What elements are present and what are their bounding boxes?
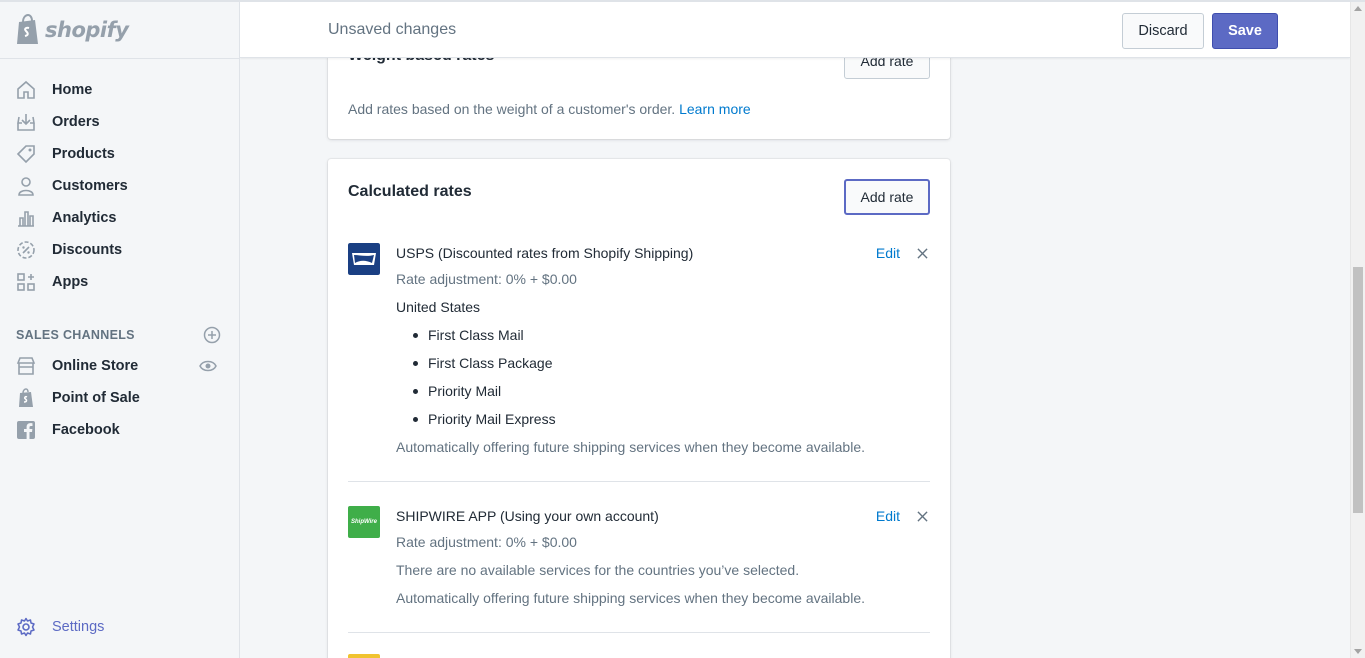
region-label: United States — [396, 299, 481, 315]
edit-usps-link[interactable]: Edit — [876, 245, 900, 261]
service-item: Priority Mail — [396, 377, 916, 405]
rate-adjustment: Rate adjustment: 0% + $0.00 — [396, 271, 577, 287]
shopify-bag-icon — [16, 388, 36, 408]
carrier-actions: Edit — [876, 243, 930, 263]
sidebar-item-label: Apps — [52, 274, 89, 290]
contextual-save-bar: Unsaved changes Discard Save — [240, 2, 1350, 58]
gear-icon — [16, 617, 36, 637]
description-text: Add rates based on the weight of a custo… — [348, 101, 676, 117]
sidebar-item-label: Online Store — [52, 358, 139, 374]
bar-chart-icon — [16, 208, 36, 228]
sidebar-item-label: Analytics — [52, 210, 117, 226]
carrier-details: SHIPWIRE APP (Using your own account) Ra… — [396, 506, 916, 612]
sidebar-item-products[interactable]: Products — [0, 138, 239, 170]
sidebar-item-customers[interactable]: Customers — [0, 170, 239, 202]
home-icon — [16, 80, 36, 100]
service-list: First Class Mail First Class Package Pri… — [396, 321, 916, 433]
page-scrollbar[interactable] — [1350, 2, 1365, 658]
sidebar-item-apps[interactable]: Apps — [0, 266, 239, 298]
carrier-divider — [348, 632, 930, 633]
carrier-details: USPS (Discounted rates from Shopify Ship… — [396, 243, 916, 461]
unsaved-changes-text: Unsaved changes — [328, 21, 457, 38]
calculated-rates-card: Calculated rates Add rate USPS (Discount… — [328, 159, 950, 658]
remove-usps-close-icon[interactable] — [914, 245, 930, 261]
sidebar-item-analytics[interactable]: Analytics — [0, 202, 239, 234]
sidebar-item-discounts[interactable]: Discounts — [0, 234, 239, 266]
sidebar-settings: Settings — [0, 611, 239, 643]
service-item: First Class Package — [396, 349, 916, 377]
carrier-name-strong: USPS — [396, 245, 435, 261]
shipwire-logo-text: ShipWire — [351, 519, 377, 525]
top-border — [0, 0, 1365, 2]
sidebar-item-orders[interactable]: Orders — [0, 106, 239, 138]
usps-logo-icon — [348, 243, 380, 275]
carrier-name-rest: (Using your own account) — [496, 508, 659, 524]
shopify-bag-icon — [17, 14, 38, 44]
brand-name: shopify — [45, 18, 129, 42]
sidebar-item-settings[interactable]: Settings — [0, 611, 239, 643]
sales-channels: Online Store Point of Sale Facebook — [0, 350, 239, 446]
apps-icon — [16, 272, 36, 292]
service-item: Priority Mail Express — [396, 405, 916, 433]
add-circle-icon[interactable] — [203, 326, 221, 344]
discard-button[interactable]: Discard — [1122, 13, 1204, 49]
edit-shipwire-link[interactable]: Edit — [876, 508, 900, 524]
future-services-note: Automatically offering future shipping s… — [396, 590, 865, 606]
shipwire-logo-icon: ShipWire — [348, 506, 380, 538]
orders-icon — [16, 112, 36, 132]
sidebar-item-label: Products — [52, 146, 115, 162]
remove-shipwire-close-icon[interactable] — [914, 508, 930, 524]
carrier-actions: Edit — [876, 506, 930, 526]
sidebar-item-point-of-sale[interactable]: Point of Sale — [0, 382, 239, 414]
eye-icon[interactable] — [199, 357, 217, 375]
sales-channels-title: SALES CHANNELS — [16, 328, 135, 342]
sidebar-divider — [0, 58, 239, 59]
store-icon — [16, 356, 36, 376]
carrier-name-strong: SHIPWIRE APP — [396, 508, 497, 524]
scrollbar-thumb[interactable] — [1353, 267, 1363, 513]
sidebar-item-label: Home — [52, 82, 93, 98]
tag-icon — [16, 144, 36, 164]
sidebar-item-label: Orders — [52, 114, 100, 130]
card-title: Calculated rates — [348, 183, 472, 200]
main-nav: Home Orders Products Customers Analytics — [0, 74, 239, 298]
no-services-note: There are no available services for the … — [396, 562, 800, 578]
shopify-logo[interactable]: shopify — [15, 12, 129, 48]
sidebar-item-home[interactable]: Home — [0, 74, 239, 106]
add-calculated-rate-button[interactable]: Add rate — [844, 179, 930, 215]
sidebar-item-label: Settings — [52, 619, 105, 635]
sidebar-item-label: Discounts — [52, 242, 123, 258]
sidebar-item-label: Customers — [52, 178, 128, 194]
person-icon — [16, 176, 36, 196]
sidebar-item-online-store[interactable]: Online Store — [0, 350, 239, 382]
save-button[interactable]: Save — [1212, 13, 1278, 49]
carrier-name: SHIPWIRE APP (Using your own account) — [396, 506, 916, 526]
weight-rates-description: Add rates based on the weight of a custo… — [348, 101, 751, 117]
sidebar-item-facebook[interactable]: Facebook — [0, 414, 239, 446]
future-services-note: Automatically offering future shipping s… — [396, 439, 865, 455]
carrier-divider — [348, 481, 930, 482]
facebook-icon — [16, 420, 36, 440]
scroll-up-arrow-icon[interactable] — [1354, 6, 1362, 11]
rate-adjustment: Rate adjustment: 0% + $0.00 — [396, 534, 577, 550]
discount-icon — [16, 240, 36, 260]
learn-more-link[interactable]: Learn more — [679, 101, 751, 117]
sidebar-item-label: Point of Sale — [52, 390, 140, 406]
next-carrier-logo-peek — [348, 654, 380, 658]
service-item: First Class Mail — [396, 321, 916, 349]
scroll-down-arrow-icon[interactable] — [1354, 649, 1362, 654]
sidebar: shopify Home Orders Products Customers A… — [0, 0, 240, 658]
carrier-name-rest: (Discounted rates from Shopify Shipping) — [434, 245, 694, 261]
carrier-name: USPS (Discounted rates from Shopify Ship… — [396, 243, 916, 263]
sales-channels-header: SALES CHANNELS — [16, 325, 221, 345]
sidebar-item-label: Facebook — [52, 422, 120, 438]
